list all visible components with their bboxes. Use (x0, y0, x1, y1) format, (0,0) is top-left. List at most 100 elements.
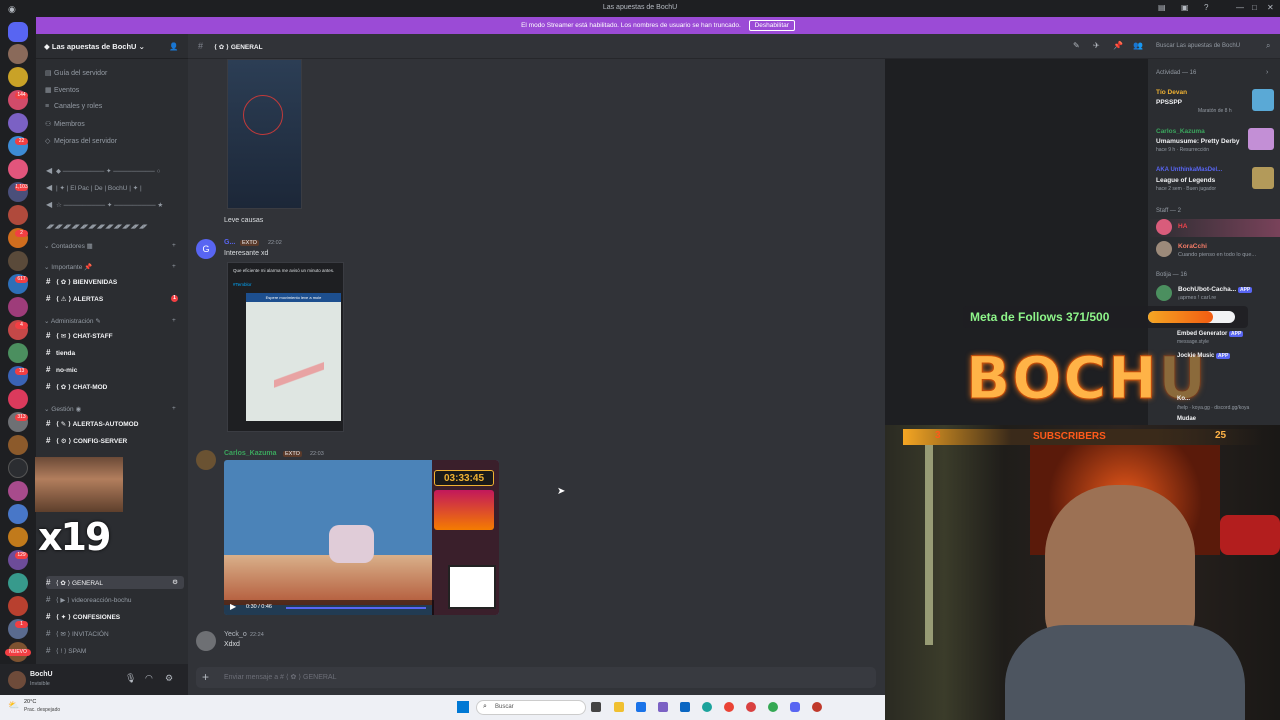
message-author[interactable]: G... (224, 239, 235, 246)
channel-bienvenidas[interactable]: # ⟨ ✿ ⟩ BIENVENIDAS (46, 275, 184, 288)
add-channel-icon[interactable]: + (172, 405, 176, 412)
category-importante[interactable]: ⌄ Importante 📌 + (44, 263, 176, 271)
weather-icon[interactable]: ⛅ (8, 700, 19, 711)
discord-taskbar-icon[interactable] (790, 702, 800, 712)
channel-tienda[interactable]: # tienda (46, 346, 184, 359)
image-attachment[interactable] (227, 59, 302, 209)
channel-spam[interactable]: # ⟨ ! ⟩ SPAM (46, 644, 184, 657)
disable-streamer-button[interactable]: Deshabilitar (748, 20, 795, 31)
channel-config-server[interactable]: # ⟨ ⚙ ⟩ CONFIG-SERVER (46, 434, 184, 447)
server-icon[interactable] (8, 389, 28, 409)
server-icon[interactable] (8, 297, 28, 317)
server-icon[interactable] (8, 458, 28, 478)
search-input[interactable]: Buscar Las apuestas de BochU (1156, 43, 1240, 49)
channel-videoreaccion[interactable]: # ⟨ ▶ ⟩ videoreacción-bochu (46, 593, 184, 606)
member-name[interactable]: BochUbot-Cacha... APP (1178, 286, 1253, 293)
notification-icon[interactable]: ✈ (1093, 41, 1100, 50)
channel-confesiones[interactable]: # ⟨ ✦ ⟩ CONFESIONES (46, 610, 184, 623)
task-view-icon[interactable] (591, 702, 601, 712)
nav-channels-roles[interactable]: ≡ Canales y roles (45, 103, 102, 110)
headphones-icon[interactable]: ◠ (145, 673, 153, 684)
channel-chat-mod[interactable]: # ⟨ ✿ ⟩ CHAT-MOD (46, 380, 184, 393)
channel-no-mic[interactable]: # no-mic (46, 363, 184, 376)
pin-icon[interactable]: 📌 (1113, 41, 1123, 50)
nav-members[interactable]: ⚇ Miembros (45, 120, 85, 128)
member-name[interactable]: Mudae (1177, 416, 1196, 422)
member-name[interactable]: KoraCchi (1178, 243, 1207, 250)
edge-icon[interactable] (702, 702, 712, 712)
member-name[interactable]: Embed Generator APP (1177, 331, 1244, 337)
server-icon[interactable] (8, 596, 28, 616)
microphone-icon[interactable]: 🎙 (125, 673, 136, 684)
play-icon[interactable]: ▶ (230, 602, 236, 611)
video-progress[interactable] (286, 607, 426, 609)
channel-alertas[interactable]: # ⟨ ⚠ ⟩ ALERTAS 1 (46, 292, 184, 305)
taskbar-search-input[interactable]: Buscar (495, 704, 514, 710)
activity-user[interactable]: AKA UnthinkaMasDel... (1156, 167, 1222, 173)
message-author[interactable]: Carlos_Kazuma (224, 450, 277, 457)
server-icon[interactable] (8, 435, 28, 455)
server-icon[interactable] (8, 67, 28, 87)
server-icon[interactable] (8, 504, 28, 524)
add-attachment-icon[interactable]: + (202, 667, 209, 688)
server-icon[interactable] (8, 205, 28, 225)
help-icon[interactable]: ? (1204, 3, 1208, 12)
add-channel-icon[interactable]: + (172, 263, 176, 270)
avatar[interactable] (8, 671, 26, 689)
mail-icon[interactable] (636, 702, 646, 712)
maximize-icon[interactable]: □ (1252, 3, 1257, 12)
avatar[interactable] (196, 450, 216, 470)
chrome-icon[interactable] (724, 702, 734, 712)
decor-channel[interactable]: ◀ | ✦ | El Pac | De | BochU | ✦ | (46, 181, 184, 194)
category-contadores[interactable]: ⌄ Contadores ▦ + (44, 242, 176, 250)
message-composer[interactable]: + Enviar mensaje a # ⟨ ✿ ⟩ GENERAL (196, 667, 876, 688)
channel-chat-staff[interactable]: # ⟨ ✉ ⟩ CHAT-STAFF (46, 329, 184, 342)
app-icon[interactable] (768, 702, 778, 712)
server-icon[interactable] (8, 527, 28, 547)
server-icon[interactable] (8, 159, 28, 179)
nav-server-guide[interactable]: ▤ Guía del servidor (45, 69, 107, 77)
channel-alertas-automod[interactable]: # ⟨ ✎ ⟩ ALERTAS-AUTOMOD (46, 417, 184, 430)
activity-user[interactable]: Carlos_Kazuma (1156, 128, 1205, 135)
tweet-embed[interactable]: Que eficiente mi alarma me avisó un minu… (227, 262, 344, 432)
decor-channel[interactable]: ◀ ☆ ───────── ✦ ───────── ★ (46, 198, 184, 211)
settings-icon[interactable]: ⚙ (172, 576, 178, 589)
threads-icon[interactable]: ✎ (1073, 41, 1080, 50)
server-icon[interactable] (8, 343, 28, 363)
member-name[interactable]: Ko... (1177, 396, 1190, 402)
nav-server-boosts[interactable]: ◇ Mejoras del servidor (45, 137, 117, 145)
member-list-icon[interactable]: 👥 (1133, 41, 1143, 50)
member-name[interactable]: Jockie Music APP (1177, 353, 1231, 359)
user-settings-icon[interactable]: ⚙ (165, 673, 173, 684)
outlook-icon[interactable] (680, 702, 690, 712)
avatar[interactable] (196, 631, 216, 651)
file-explorer-icon[interactable] (614, 702, 624, 712)
channel-general[interactable]: # ⟨ ✿ ⟩ GENERAL ⚙ (46, 576, 184, 589)
add-channel-icon[interactable]: + (172, 317, 176, 324)
nav-events[interactable]: ▦ Eventos (45, 86, 79, 94)
server-icon[interactable] (8, 44, 28, 64)
home-button[interactable] (8, 22, 28, 42)
inbox-icon[interactable]: ▤ (1158, 3, 1166, 12)
close-icon[interactable]: ✕ (1267, 3, 1274, 12)
category-administracion[interactable]: ⌄ Administración ✎ + (44, 317, 176, 325)
channel-invitacion[interactable]: # ⟨ ✉ ⟩ INVITACIÓN (46, 627, 184, 640)
message-input[interactable]: Enviar mensaje a # ⟨ ✿ ⟩ GENERAL (224, 674, 336, 681)
avatar[interactable] (1156, 285, 1172, 301)
decor-channel[interactable]: ◀ ◆ ───────── ✦ ───────── ○ (46, 164, 184, 177)
add-channel-icon[interactable]: + (172, 242, 176, 249)
activity-user[interactable]: Tío Devan (1156, 89, 1187, 96)
minimize-icon[interactable]: — (1236, 3, 1244, 12)
category-gestion[interactable]: ⌄ Gestión ◉ + (44, 405, 176, 413)
obs-icon[interactable] (812, 702, 822, 712)
avatar[interactable] (1156, 241, 1172, 257)
monitor-icon[interactable]: ▣ (1181, 3, 1189, 12)
chevron-right-icon[interactable]: › (1266, 69, 1268, 76)
server-icon[interactable] (8, 573, 28, 593)
server-header[interactable]: ◆ Las apuestas de BochU ⌄ 👤 (36, 34, 188, 59)
avatar[interactable]: G (196, 239, 216, 259)
server-icon[interactable] (8, 251, 28, 271)
message-author[interactable]: Yeck_o (224, 631, 247, 638)
add-member-icon[interactable]: 👤 (169, 42, 178, 51)
taskbar-search[interactable]: ⌕ Buscar (476, 700, 586, 715)
